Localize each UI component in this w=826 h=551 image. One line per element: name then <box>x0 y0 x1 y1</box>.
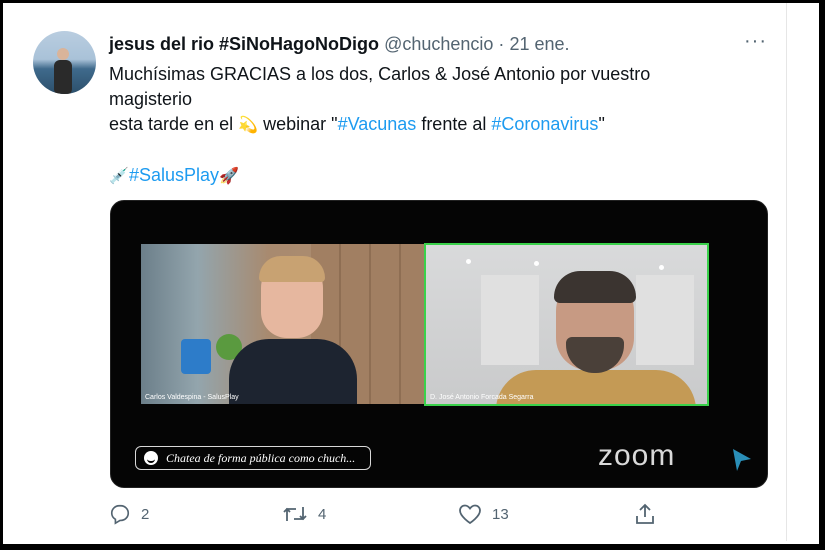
tweet-line-1: Muchísimas GRACIAS a los dos, Carlos & J… <box>109 64 651 84</box>
tweet-text: Muchísimas GRACIAS a los dos, Carlos & J… <box>109 62 749 189</box>
timeline-divider <box>786 3 787 541</box>
ceiling-light <box>659 265 664 270</box>
syringe-emoji-icon: 💉 <box>109 168 129 185</box>
participant-body <box>229 339 357 404</box>
participant-hair <box>259 256 325 282</box>
video-tile-jose-antonio: D. José Antonio Forcada Segarra <box>424 243 709 406</box>
tweet-line-3-start: esta tarde en el <box>109 114 234 134</box>
like-button[interactable]: 13 <box>458 503 509 525</box>
video-tile-carlos: Carlos Valdespina - SalusPlay <box>141 244 424 404</box>
chat-input[interactable]: Chatea de forma pública como chuch... <box>135 446 371 470</box>
retweet-icon <box>283 507 307 521</box>
reply-button[interactable]: 2 <box>109 503 149 525</box>
heart-icon <box>459 504 481 525</box>
participant-name-label: D. José Antonio Forcada Segarra <box>430 394 534 401</box>
tweet-line-3: esta tarde en el 💫 webinar "#Vacunas fre… <box>109 112 749 138</box>
window-blind <box>636 275 694 365</box>
tweet-line-3-webinar: webinar " <box>263 114 338 134</box>
participant-hair <box>554 271 636 303</box>
hashtag-salusplay[interactable]: #SalusPlay <box>129 165 219 185</box>
share-button[interactable] <box>634 503 656 525</box>
ceiling-light <box>466 259 471 264</box>
tweet-line-3-quote: " <box>598 114 605 134</box>
share-icon <box>636 503 654 524</box>
tweet-line-3-frente: frente al <box>421 114 487 134</box>
window-blind <box>481 275 539 365</box>
display-name[interactable]: jesus del rio #SiNoHagoNoDigo <box>109 34 379 54</box>
like-count: 13 <box>492 505 509 523</box>
dizzy-emoji-icon: 💫 <box>238 117 259 134</box>
zoom-logo: zoom <box>598 439 676 472</box>
separator: · <box>498 34 505 54</box>
tweet-header: jesus del rio #SiNoHagoNoDigo @chuchenci… <box>109 34 570 55</box>
emoji-smile-icon <box>144 451 158 465</box>
participant-name-label: Carlos Valdespina - SalusPlay <box>145 394 239 401</box>
ceiling-light <box>534 261 539 266</box>
hashtag-coronavirus[interactable]: #Coronavirus <box>491 114 598 134</box>
avatar[interactable] <box>33 31 96 94</box>
retweet-count: 4 <box>318 505 327 523</box>
participant-beard <box>566 337 624 373</box>
hashtag-vacunas[interactable]: #Vacunas <box>338 114 417 134</box>
tweet-line-2: magisterio <box>109 89 193 109</box>
background-chair <box>181 339 211 374</box>
retweet-button[interactable]: 4 <box>282 503 326 525</box>
rocket-emoji-icon: 🚀 <box>219 168 240 185</box>
reply-count: 2 <box>141 505 150 523</box>
tweet-media-image[interactable]: Carlos Valdespina - SalusPlay D. José An… <box>110 200 768 488</box>
tweet-date[interactable]: 21 ene. <box>509 34 569 54</box>
zoom-share-arrow-icon <box>733 449 751 471</box>
chat-placeholder: Chatea de forma pública como chuch... <box>166 451 356 465</box>
reply-icon <box>110 504 130 525</box>
tweet-line-5: 💉#SalusPlay🚀 <box>109 163 749 189</box>
avatar-person-figure <box>54 48 72 94</box>
more-options-icon[interactable]: ··· <box>744 30 767 53</box>
handle[interactable]: @chuchencio <box>384 34 493 54</box>
